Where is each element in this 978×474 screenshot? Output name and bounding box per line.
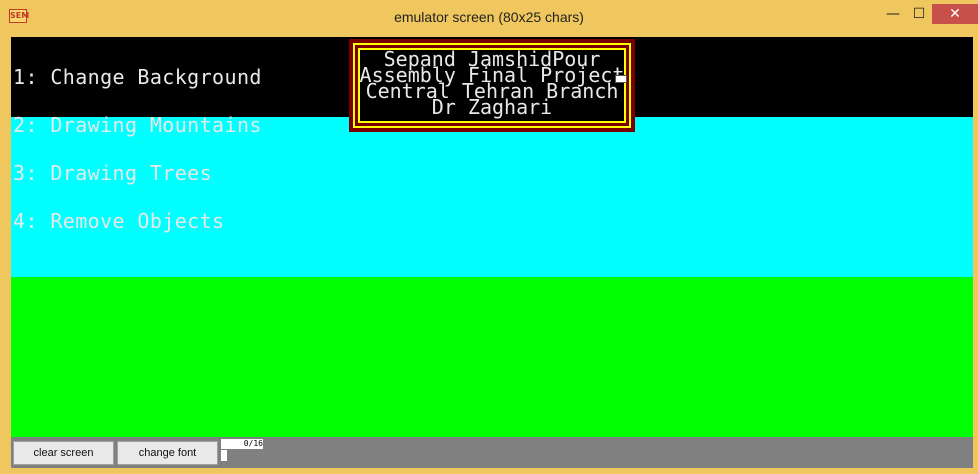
- minimize-button[interactable]: —: [880, 4, 906, 24]
- menu-item-remove-objects: 4: Remove Objects: [13, 209, 225, 233]
- clear-screen-button[interactable]: clear screen: [13, 441, 114, 465]
- title-bar[interactable]: SEM emulator screen (80x25 chars) — ☐ ✕: [0, 0, 978, 36]
- close-button[interactable]: ✕: [932, 4, 978, 24]
- menu-item-change-background: 1: Change Background: [13, 65, 262, 89]
- text-cursor: [615, 75, 627, 83]
- change-font-button[interactable]: change font: [117, 441, 218, 465]
- menu-item-drawing-trees: 3: Drawing Trees: [13, 161, 213, 185]
- window-title: emulator screen (80x25 chars): [394, 9, 584, 25]
- bottom-toolbar: clear screen change font 0/16: [11, 437, 973, 468]
- maximize-button[interactable]: ☐: [906, 4, 932, 24]
- menu-list: 1: Change Background 2: Drawing Mountain…: [13, 37, 262, 261]
- credits-box: Sepand JamshidPour Assembly Final Projec…: [349, 39, 635, 132]
- ground-background: [11, 277, 973, 437]
- credits-text: Sepand JamshidPour Assembly Final Projec…: [349, 49, 635, 117]
- menu-item-drawing-mountains: 2: Drawing Mountains: [13, 113, 262, 137]
- page-indicator: 0/16: [221, 439, 263, 449]
- emulator-screen: 1: Change Background 2: Drawing Mountain…: [11, 37, 973, 437]
- page-scroll-thumb[interactable]: [221, 450, 227, 461]
